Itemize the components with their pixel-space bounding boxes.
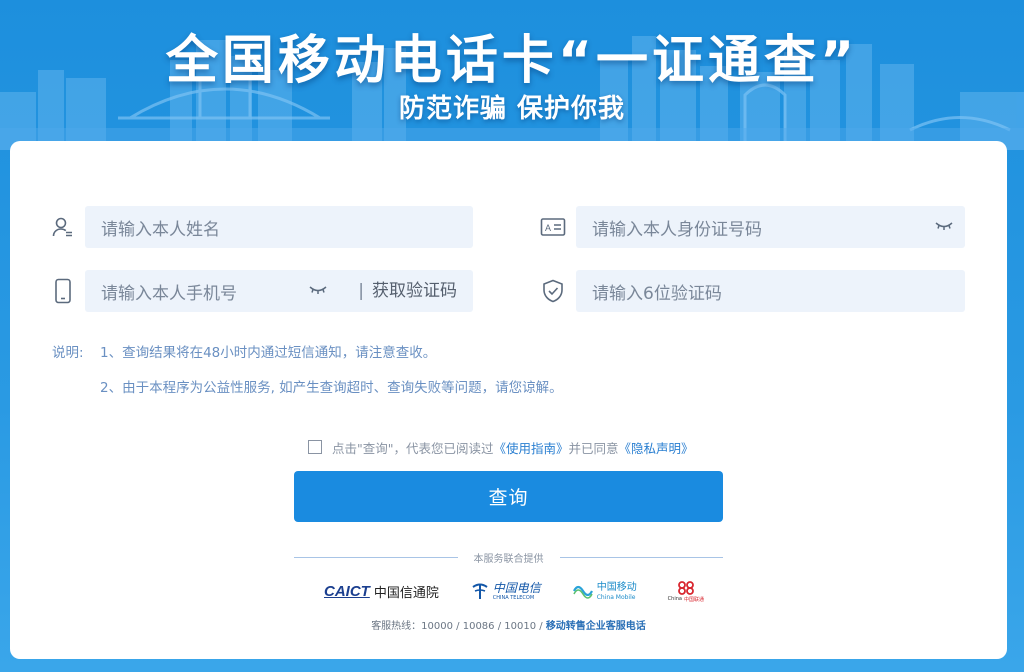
note-item-2: 2、由于本程序为公益性服务, 如产生查询超时、查询失败等问题，请您谅解。 — [100, 380, 563, 396]
mobile-phone-icon — [50, 278, 76, 304]
user-guide-link[interactable]: 《使用指南》 — [494, 438, 569, 457]
china-unicom-knot-icon — [677, 580, 694, 595]
privacy-statement-link[interactable]: 《隐私声明》 — [619, 438, 694, 457]
banner-subtitle: 防范诈骗 保护你我 — [398, 94, 626, 124]
customer-service-hotline: 客服热线：10000 / 10086 / 10010 / 移动转售企业客服电话 — [10, 617, 1007, 632]
partner-logos: CAICT 中国信通院 中国电信 CHINA TELECOM 中国移动 Chin… — [324, 577, 704, 605]
separator: | — [358, 281, 364, 301]
china-mobile-logo: 中国移动 China Mobile — [572, 581, 637, 601]
china-telecom-mark-icon — [472, 583, 488, 599]
svg-text:A: A — [545, 223, 551, 233]
joint-service-divider: 本服务联合提供 — [294, 550, 723, 565]
china-telecom-logo-text: 中国电信 — [492, 580, 541, 595]
name-input[interactable]: 请输入本人姓名 — [85, 206, 473, 248]
eye-closed-icon[interactable] — [935, 219, 953, 233]
hotline-numbers: 客服热线：10000 / 10086 / 10010 / — [371, 621, 546, 632]
note-item-1: 1、查询结果将在48小时内通过短信通知，请注意查收。 — [100, 345, 437, 361]
verification-code-input-placeholder: 请输入6位验证码 — [592, 283, 722, 304]
phone-input[interactable]: 请输入本人手机号 | 获取验证码 — [85, 270, 473, 312]
get-code-label: 获取验证码 — [372, 281, 457, 301]
china-telecom-logo-text-en: CHINA TELECOM — [492, 594, 535, 601]
mvno-hotline-label: 移动转售企业客服电话 — [545, 621, 646, 632]
caict-logo: CAICT 中国信通院 — [324, 582, 439, 601]
id-number-input-placeholder: 请输入本人身份证号码 — [592, 219, 762, 240]
notes-label: 说明: — [52, 345, 84, 361]
agreement-prefix: 点击"查询"，代表您已阅读过 — [332, 440, 494, 456]
china-mobile-logo-text-en: China Mobile — [596, 593, 636, 601]
joint-service-label: 本服务联合提供 — [473, 553, 544, 565]
caict-logo-text: CAICT — [324, 582, 370, 600]
agreement-checkbox[interactable] — [308, 440, 322, 454]
china-mobile-logo-text: 中国移动 — [596, 581, 637, 593]
agreement-middle: 并已同意 — [568, 440, 619, 456]
user-icon — [50, 214, 76, 240]
eye-closed-icon[interactable] — [309, 283, 327, 297]
divider-line-right — [559, 556, 723, 558]
get-code-button[interactable]: | 获取验证码 — [358, 270, 457, 312]
query-button[interactable]: 查询 — [294, 471, 723, 522]
verification-code-input[interactable]: 请输入6位验证码 — [576, 270, 965, 312]
agreement-row: 点击"查询"，代表您已阅读过 《使用指南》 并已同意 《隐私声明》 — [308, 437, 694, 457]
china-mobile-mark-icon — [572, 585, 593, 599]
id-card-icon: A — [540, 214, 566, 240]
id-number-input[interactable]: 请输入本人身份证号码 — [576, 206, 965, 248]
shield-check-icon — [540, 278, 566, 304]
china-telecom-logo: 中国电信 CHINA TELECOM — [470, 581, 541, 601]
name-input-placeholder: 请输入本人姓名 — [101, 219, 220, 240]
china-unicom-logo: China 中国联通 — [668, 580, 704, 603]
query-form-card: 请输入本人姓名 A 请输入本人身份证号码 请输入本人手机号 | 获取验证码 请输… — [10, 141, 1007, 659]
china-unicom-logo-text: China — [667, 596, 682, 602]
china-unicom-logo-text-cn: 中国联通 — [683, 596, 704, 603]
caict-logo-text-cn: 中国信通院 — [373, 585, 439, 601]
banner-title: 全国移动电话卡“一证通查” — [165, 31, 859, 91]
header-banner: 全国移动电话卡“一证通查” 防范诈骗 保护你我 — [0, 0, 1024, 150]
divider-line-left — [294, 556, 458, 558]
